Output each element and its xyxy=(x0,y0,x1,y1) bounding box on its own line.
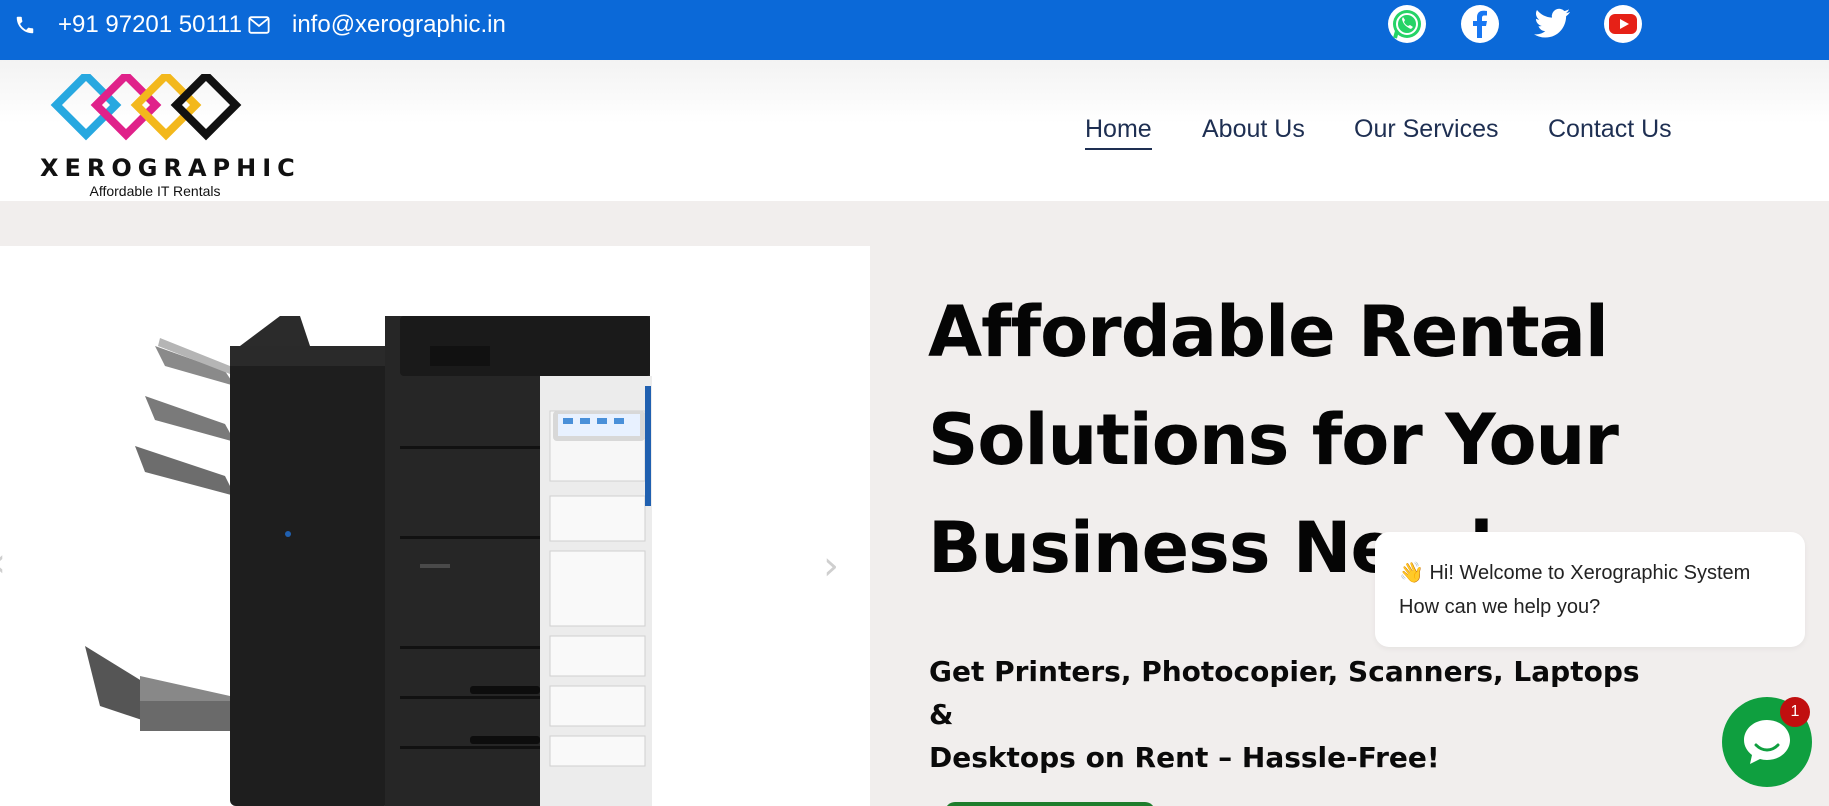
facebook-icon[interactable] xyxy=(1460,4,1500,44)
nav-contact-us[interactable]: Contact Us xyxy=(1548,115,1672,144)
chat-welcome-bubble[interactable]: 👋 Hi! Welcome to Xerographic System How … xyxy=(1375,532,1805,647)
hero-subtitle: Get Printers, Photocopier, Scanners, Lap… xyxy=(929,650,1649,779)
logo-mark-icon xyxy=(50,74,242,141)
youtube-icon[interactable] xyxy=(1603,4,1643,44)
site-header: XEROGRAPHIC Affordable IT Rentals Home A… xyxy=(0,60,1829,201)
email-address: info@xerographic.in xyxy=(292,11,506,38)
twitter-icon[interactable] xyxy=(1532,4,1572,44)
chat-unread-badge: 1 xyxy=(1780,697,1810,727)
xerographic-logo[interactable]: XEROGRAPHIC Affordable IT Rentals xyxy=(40,74,301,199)
hero-slider xyxy=(0,246,870,806)
phone-icon xyxy=(16,16,34,34)
email-link[interactable]: info@xerographic.in xyxy=(248,0,506,50)
hero-subtitle-line: Desktops on Rent – Hassle-Free! xyxy=(929,741,1440,774)
nav-home[interactable]: Home xyxy=(1085,115,1152,150)
top-contact-bar: +91 97201 50111 info@xerographic.in xyxy=(0,0,1829,60)
hero-subtitle-line: Get Printers, Photocopier, Scanners, Lap… xyxy=(929,655,1640,731)
chat-welcome-text: 👋 Hi! Welcome to Xerographic System xyxy=(1399,562,1751,584)
nav-our-services[interactable]: Our Services xyxy=(1354,115,1498,144)
photocopier-image xyxy=(85,316,652,806)
slider-prev-arrow[interactable]: ‹ xyxy=(0,540,6,586)
phone-link[interactable]: +91 97201 50111 xyxy=(14,0,242,50)
envelope-icon xyxy=(248,16,270,34)
hero-title-line: Affordable Rental xyxy=(928,291,1609,373)
whatsapp-icon[interactable] xyxy=(1387,4,1427,44)
slider-next-arrow[interactable]: › xyxy=(823,543,839,589)
hero-cta-button[interactable] xyxy=(945,802,1155,806)
hero-title-line: Solutions for Your xyxy=(928,399,1619,481)
chat-help-text: How can we help you? xyxy=(1399,596,1601,618)
logo-name: XEROGRAPHIC xyxy=(40,154,301,182)
logo-tagline: Affordable IT Rentals xyxy=(89,183,221,199)
nav-about-us[interactable]: About Us xyxy=(1202,115,1305,144)
phone-number: +91 97201 50111 xyxy=(58,11,242,38)
